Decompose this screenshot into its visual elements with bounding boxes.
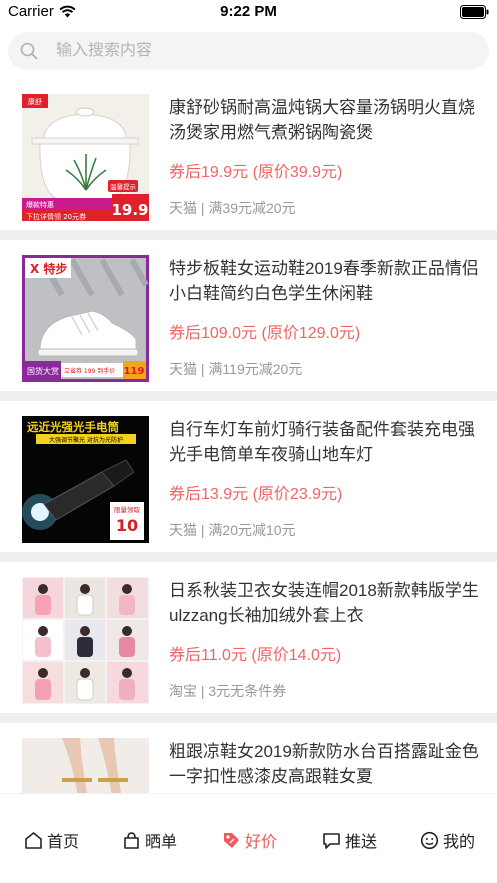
tab-deals[interactable]: 好价 — [222, 828, 277, 852]
tab-push[interactable]: 推送 — [322, 828, 377, 852]
flashlight-image: 远近光强光手电筒 大强调节聚光 对抗为光防护 限量领取 10 — [22, 416, 149, 543]
product-title[interactable]: 康舒砂锅耐高温炖锅大容量汤锅明火直烧汤煲家用燃气煮粥锅陶瓷煲 — [169, 95, 484, 145]
product-thumbnail[interactable]: X 特步 国货大赏 立省券 199 到手价 119 — [22, 255, 149, 382]
search-icon — [20, 42, 38, 60]
tab-deals-label: 好价 — [245, 834, 278, 851]
tab-share[interactable]: 晒单 — [122, 828, 177, 852]
product-price: 券后11.0元 (原价14.0元) — [169, 647, 342, 664]
coupon-text: 立省券 199 到手价 — [64, 367, 115, 375]
tab-share-label: 晒单 — [145, 834, 178, 851]
sneaker-image: X 特步 国货大赏 立省券 199 到手价 119 — [22, 255, 149, 382]
casserole-image: 康舒 温馨提示 爆款特惠 下拉详情领 20元券 19.9 — [22, 94, 149, 221]
product-item[interactable]: 日系秋装卫衣女装连帽2018新款韩版学生ulzzang长袖加绒外套上衣 券后11… — [0, 562, 497, 723]
product-item[interactable]: 远近光强光手电筒 大强调节聚光 对抗为光防护 限量领取 10 自行车灯车前灯骑行… — [0, 401, 497, 562]
product-title[interactable]: 粗跟凉鞋女2019新款防水台百搭露趾金色一字扣性感漆皮高跟鞋女夏 — [169, 739, 484, 789]
product-meta: 天猫 | 满119元减20元 — [169, 361, 303, 377]
search-bar[interactable] — [8, 32, 489, 70]
tag-icon — [224, 832, 239, 848]
home-icon — [25, 831, 42, 849]
product-item[interactable]: X 特步 国货大赏 立省券 199 到手价 119 特步板鞋女运动鞋2019春季… — [0, 240, 497, 401]
bag-icon — [124, 831, 139, 849]
product-thumbnail[interactable]: 远近光强光手电筒 大强调节聚光 对抗为光防护 限量领取 10 — [22, 416, 149, 543]
hoodie-collage-image — [22, 577, 149, 704]
tab-profile[interactable]: 我的 — [420, 828, 475, 852]
tab-push-label: 推送 — [345, 834, 378, 851]
product-list[interactable]: 康舒 温馨提示 爆款特惠 下拉详情领 20元券 19.9 康舒砂锅耐高温炖锅大容… — [0, 79, 497, 793]
tab-home-label: 首页 — [47, 834, 80, 851]
coupon-text: 下拉详情领 20元券 — [26, 212, 86, 221]
tab-home[interactable]: 首页 — [24, 828, 79, 852]
product-meta: 天猫 | 满20元减10元 — [169, 522, 296, 538]
product-price: 券后19.9元 (原价39.9元) — [169, 164, 343, 181]
headline-text: 远近光强光手电筒 — [27, 420, 119, 434]
status-time: 9:22 PM — [220, 3, 277, 20]
product-meta: 天猫 | 满39元减20元 — [169, 200, 296, 216]
product-title[interactable]: 自行车灯车前灯骑行装备配件套装充电强光手电筒单车夜骑山地车灯 — [169, 417, 484, 467]
brand-logo-text: X 特步 — [30, 261, 67, 276]
tab-bar: 首页 晒单 好价 推送 我的 — [0, 793, 497, 883]
coupon-value-text: 10 — [116, 516, 138, 535]
tag-text: 限量领取 — [114, 505, 141, 514]
product-item[interactable]: 康舒 温馨提示 爆款特惠 下拉详情领 20元券 19.9 康舒砂锅耐高温炖锅大容… — [0, 79, 497, 240]
tab-profile-label: 我的 — [443, 834, 476, 851]
price-mark-text: 119 — [124, 366, 145, 377]
battery-icon — [460, 5, 489, 19]
chat-icon — [323, 832, 340, 849]
promo-text: 爆款特惠 — [26, 200, 54, 209]
product-thumbnail[interactable] — [22, 577, 149, 704]
product-meta: 淘宝 | 3元无条件券 — [169, 683, 287, 699]
promo-text: 国货大赏 — [27, 366, 59, 376]
product-title[interactable]: 日系秋装卫衣女装连帽2018新款韩版学生ulzzang长袖加绒外套上衣 — [169, 578, 484, 628]
product-price: 券后13.9元 (原价23.9元) — [169, 486, 343, 503]
search-input[interactable] — [56, 42, 456, 60]
tag-text: 温馨提示 — [110, 182, 137, 191]
product-price: 券后109.0元 (原价129.0元) — [169, 325, 361, 342]
brand-logo-text: 康舒 — [28, 97, 42, 106]
product-thumbnail[interactable] — [22, 738, 149, 793]
price-mark-text: 19.9 — [111, 201, 148, 219]
sandal-image — [22, 738, 149, 793]
product-thumbnail[interactable]: 康舒 温馨提示 爆款特惠 下拉详情领 20元券 19.9 — [22, 94, 149, 221]
product-item[interactable]: 粗跟凉鞋女2019新款防水台百搭露趾金色一字扣性感漆皮高跟鞋女夏 — [0, 723, 497, 793]
smile-icon — [420, 831, 439, 849]
subhead-text: 大强调节聚光 对抗为光防护 — [49, 436, 123, 444]
status-bar: Carrier 9:22 PM — [0, 0, 497, 26]
product-title[interactable]: 特步板鞋女运动鞋2019春季新款正品情侣小白鞋简约白色学生休闲鞋 — [169, 256, 484, 306]
